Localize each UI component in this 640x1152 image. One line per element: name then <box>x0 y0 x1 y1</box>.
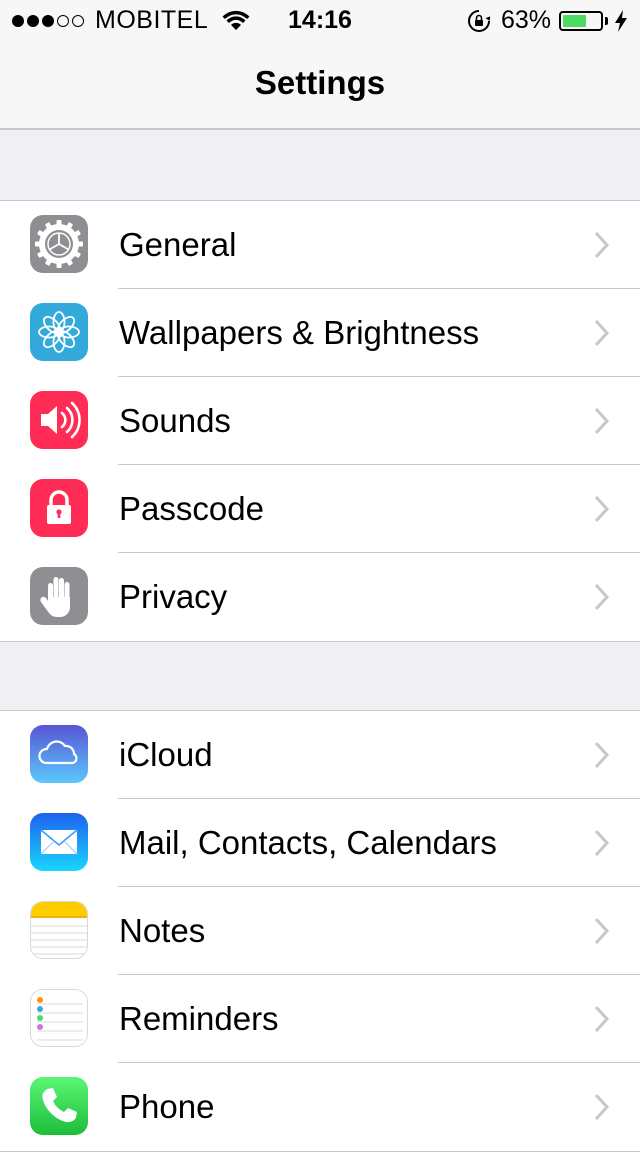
chevron-right-icon <box>594 319 610 347</box>
chevron-right-icon <box>594 1093 610 1121</box>
settings-row-mail-contacts-calendars[interactable]: Mail, Contacts, Calendars <box>0 799 640 887</box>
chevron-right-icon <box>594 583 610 611</box>
settings-row-reminders[interactable]: Reminders <box>0 975 640 1063</box>
settings-row-label: Sounds <box>119 402 231 439</box>
settings-group-1: General Wallpapers & Brightness Sounds P… <box>0 200 640 642</box>
chevron-right-icon <box>594 741 610 769</box>
battery-icon <box>559 10 603 31</box>
settings-row-label: iCloud <box>119 736 213 773</box>
notepad-icon <box>30 901 88 959</box>
chevron-right-icon <box>594 495 610 523</box>
hand-icon <box>30 567 88 625</box>
charging-bolt-icon <box>615 9 627 32</box>
settings-row-label: Privacy <box>119 578 228 615</box>
settings-row-notes[interactable]: Notes <box>0 887 640 975</box>
page-title: Settings <box>254 64 386 101</box>
settings-row-label: Phone <box>119 1088 215 1125</box>
settings-row-general[interactable]: General <box>0 201 640 289</box>
chevron-right-icon <box>594 917 610 945</box>
settings-row-phone[interactable]: Phone <box>0 1063 640 1151</box>
status-bar: MOBITEL 14:16 63% <box>0 0 640 40</box>
settings-row-passcode[interactable]: Passcode <box>0 465 640 553</box>
settings-row-sounds[interactable]: Sounds <box>0 377 640 465</box>
settings-row-icloud[interactable]: iCloud <box>0 711 640 799</box>
checklist-icon <box>30 989 88 1047</box>
settings-row-wallpapers-brightness[interactable]: Wallpapers & Brightness <box>0 289 640 377</box>
chevron-right-icon <box>594 231 610 259</box>
lock-icon <box>30 479 88 537</box>
settings-row-label: Mail, Contacts, Calendars <box>119 824 497 861</box>
chevron-right-icon <box>594 829 610 857</box>
rotation-lock-icon <box>467 9 491 32</box>
settings-row-label: Wallpapers & Brightness <box>119 314 480 351</box>
battery-percentage: 63% <box>500 6 551 34</box>
envelope-icon <box>30 813 88 871</box>
settings-group-2: iCloud Mail, Contacts, Calendars Notes R… <box>0 710 640 1152</box>
settings-row-label: Notes <box>119 912 206 949</box>
chevron-right-icon <box>594 1005 610 1033</box>
gear-icon <box>30 215 88 273</box>
settings-row-privacy[interactable]: Privacy <box>0 553 640 641</box>
flower-icon <box>30 303 88 361</box>
settings-row-label: Passcode <box>119 490 264 527</box>
navigation-bar: MOBITEL 14:16 63% Settings <box>0 0 640 130</box>
speaker-icon <box>30 391 88 449</box>
phone-icon <box>30 1077 88 1135</box>
cloud-icon <box>30 725 88 783</box>
settings-row-label: General <box>119 226 237 263</box>
chevron-right-icon <box>594 407 610 435</box>
settings-row-label: Reminders <box>119 1000 279 1037</box>
